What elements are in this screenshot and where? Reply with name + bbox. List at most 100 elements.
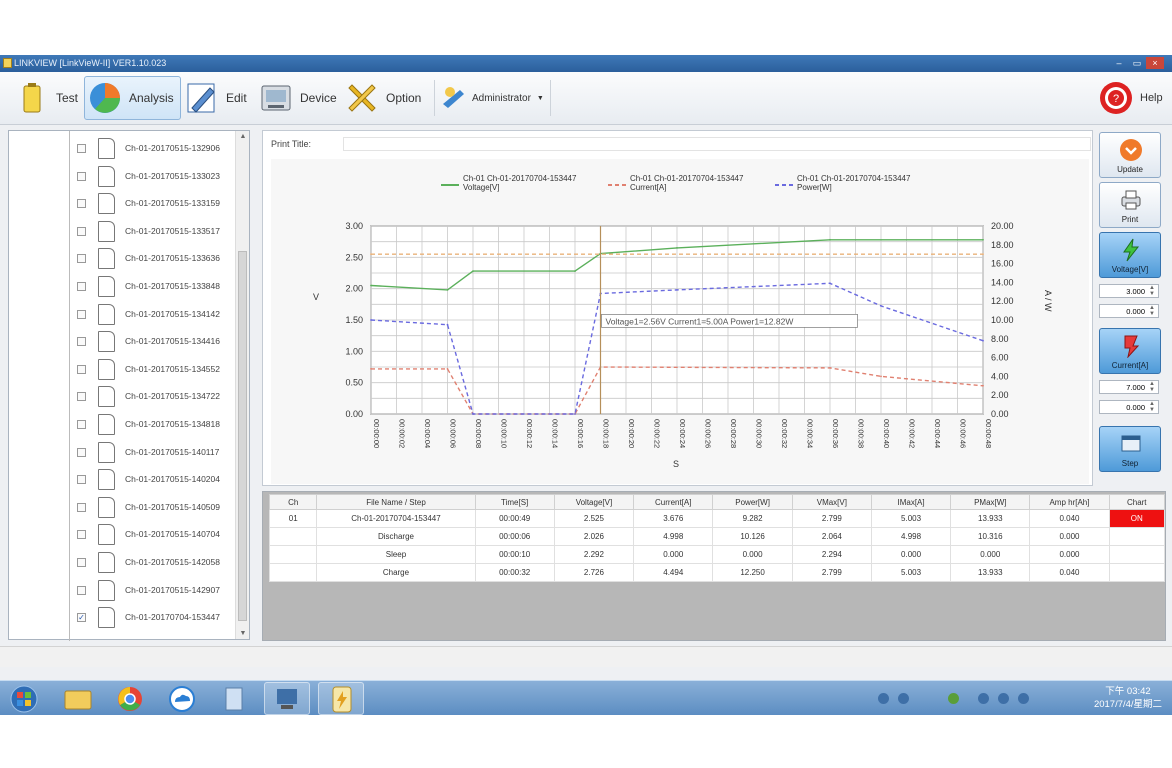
voltage-min-spinbox[interactable]: 0.000 ▲ ▼ [1099,304,1159,318]
taskbar-explorer[interactable] [55,682,101,715]
taskbar-battery-app[interactable] [318,682,364,715]
tray-sync-icon[interactable] [998,693,1009,704]
tree-item-checkbox[interactable] [77,502,86,512]
scroll-down-arrow-icon[interactable]: ▼ [236,630,250,637]
tree-item[interactable]: Ch-01-20170515-134818 [9,411,235,438]
toolbar-option-button[interactable]: Option [344,76,421,120]
current-max-spinbox[interactable]: 7.000 ▲ ▼ [1099,380,1159,394]
voltage-max-spinbox[interactable]: 3.000 ▲ ▼ [1099,284,1159,298]
step-button[interactable]: Step [1099,426,1161,472]
current-axis-button[interactable]: Current[A] [1099,328,1161,374]
tree-item-checkbox[interactable] [77,144,86,153]
print-button[interactable]: Print [1099,182,1161,228]
table-column-header[interactable]: IMax[A] [870,494,952,510]
taskbar-cloud[interactable] [159,682,205,715]
close-button[interactable]: × [1146,57,1164,69]
toolbar-analysis-button[interactable]: Analysis [84,76,181,120]
toolbar-help-button[interactable]: ? Help [1098,76,1163,120]
spin-arrows-icon[interactable]: ▲ ▼ [1147,401,1157,413]
tree-item-checkbox[interactable] [77,199,86,209]
tree-item[interactable]: Ch-01-20170515-132906 [9,135,235,162]
tree-item[interactable]: Ch-01-20170515-140204 [9,466,235,493]
chart-toggle-cell[interactable] [1108,527,1166,546]
tree-vertical-scrollbar[interactable]: ▲ ▼ [235,131,249,639]
tree-item-checkbox[interactable] [77,254,86,264]
tray-ime-icon[interactable] [978,693,989,704]
tree-item-checkbox[interactable] [77,585,86,595]
tree-item[interactable]: Ch-01-20170515-140117 [9,439,235,466]
table-column-header[interactable]: Voltage[V] [553,494,635,510]
taskbar-linkview-running[interactable] [264,682,310,715]
tree-item-checkbox[interactable] [77,364,86,374]
tree-item-checkbox[interactable] [77,337,86,347]
taskbar-chrome[interactable] [107,682,153,715]
tree-item[interactable]: Ch-01-20170515-134552 [9,356,235,383]
tree-item[interactable]: Ch-01-20170515-133636 [9,245,235,272]
tree-item[interactable]: Ch-01-20170515-142907 [9,577,235,604]
toolbar-edit-button[interactable]: Edit [184,76,247,120]
panel-splitter[interactable] [253,130,259,640]
update-button[interactable]: Update [1099,132,1161,178]
tree-item[interactable]: Ch-01-20170515-142058 [9,549,235,576]
table-column-header[interactable]: Amp hr[Ah] [1029,494,1110,510]
toolbar-administrator-button[interactable]: Administrator ▼ [440,76,544,120]
tree-item[interactable]: Ch-01-20170515-140704 [9,521,235,548]
start-button[interactable] [2,682,48,715]
tree-item-checkbox[interactable] [77,558,86,567]
chart-toggle-cell[interactable] [1108,563,1166,582]
tree-item-checkbox[interactable]: ✓ [77,613,86,623]
tray-flag-icon[interactable] [1018,693,1029,704]
tree-item-checkbox[interactable] [77,475,86,485]
tree-item-checkbox[interactable] [77,309,86,319]
tree-item[interactable]: Ch-01-20170515-134416 [9,328,235,355]
table-row[interactable]: 01 Ch-01-20170704-153447 00:00:49 2.525 3.67… [268,509,1166,528]
line-chart[interactable]: 00:00:00 00:00:02 00:00:04 00:00:06 00:00:08… [271,159,1089,484]
voltage-axis-button[interactable]: Voltage[V] [1099,232,1161,278]
tree-item[interactable]: Ch-01-20170515-140509 [9,494,235,521]
maximize-button[interactable]: ▭ [1130,57,1144,69]
tree-item-checkbox[interactable] [77,226,86,236]
tray-network-icon[interactable] [878,693,889,704]
tree-item[interactable]: Ch-01-20170515-133159 [9,190,235,217]
taskbar-clock[interactable]: 下午 03:42 2017/7/4/星期二 [1088,685,1168,711]
spin-arrows-icon[interactable]: ▲ ▼ [1147,305,1157,317]
table-row[interactable]: Discharge 00:00:06 2.026 4.998 10.126 2.064 4.… [268,527,1166,546]
table-column-header[interactable]: Time[S] [474,494,555,510]
toolbar-test-button[interactable]: Test [14,76,78,120]
spin-arrows-icon[interactable]: ▲ ▼ [1147,285,1157,297]
tree-item-checkbox[interactable] [77,282,86,291]
table-column-header[interactable]: Chart [1108,494,1166,510]
toolbar-device-button[interactable]: Device [258,76,337,120]
tree-item[interactable]: Ch-01-20170515-133517 [9,218,235,245]
tree-item-checkbox[interactable] [77,171,86,181]
tree-item[interactable]: Ch-01-20170515-134142 [9,301,235,328]
current-min-spinbox[interactable]: 0.000 ▲ ▼ [1099,400,1159,414]
table-column-header[interactable]: Power[W] [712,494,793,510]
tree-item-checkbox[interactable] [77,530,86,540]
table-column-header[interactable]: PMax[W] [950,494,1031,510]
tree-item-checkbox[interactable] [77,420,86,429]
minimize-button[interactable]: – [1112,57,1126,69]
tree-item-checkbox[interactable] [77,447,86,457]
tray-security-icon[interactable] [948,693,959,704]
table-column-header[interactable]: VMax[V] [791,494,872,510]
tree-item[interactable]: Ch-01-20170515-133023 [9,163,235,190]
tree-item[interactable]: Ch-01-20170515-133848 [9,273,235,300]
table-column-header[interactable]: Ch [268,494,318,510]
print-title-input[interactable] [343,137,1091,151]
scroll-up-arrow-icon[interactable]: ▲ [236,133,250,140]
tree-item-checkbox[interactable] [77,392,86,402]
table-column-header[interactable]: Current[A] [633,494,714,510]
chart-toggle-cell[interactable] [1108,545,1166,564]
table-cell: Charge [316,563,476,582]
chart-toggle-cell[interactable]: ON [1108,509,1166,528]
table-row[interactable]: Charge 00:00:32 2.726 4.494 12.250 2.799 5.003… [268,563,1166,582]
table-column-header[interactable]: File Name / Step [316,494,476,510]
scrollbar-thumb[interactable] [238,251,247,621]
tree-item[interactable]: Ch-01-20170515-134722 [9,383,235,410]
table-row[interactable]: Sleep 00:00:10 2.292 0.000 0.000 2.294 0.000 0.… [268,545,1166,564]
tree-item[interactable]: ✓ Ch-01-20170704-153447 [9,604,235,631]
tray-volume-icon[interactable] [898,693,909,704]
spin-arrows-icon[interactable]: ▲ ▼ [1147,381,1157,393]
taskbar-app[interactable] [211,682,257,715]
